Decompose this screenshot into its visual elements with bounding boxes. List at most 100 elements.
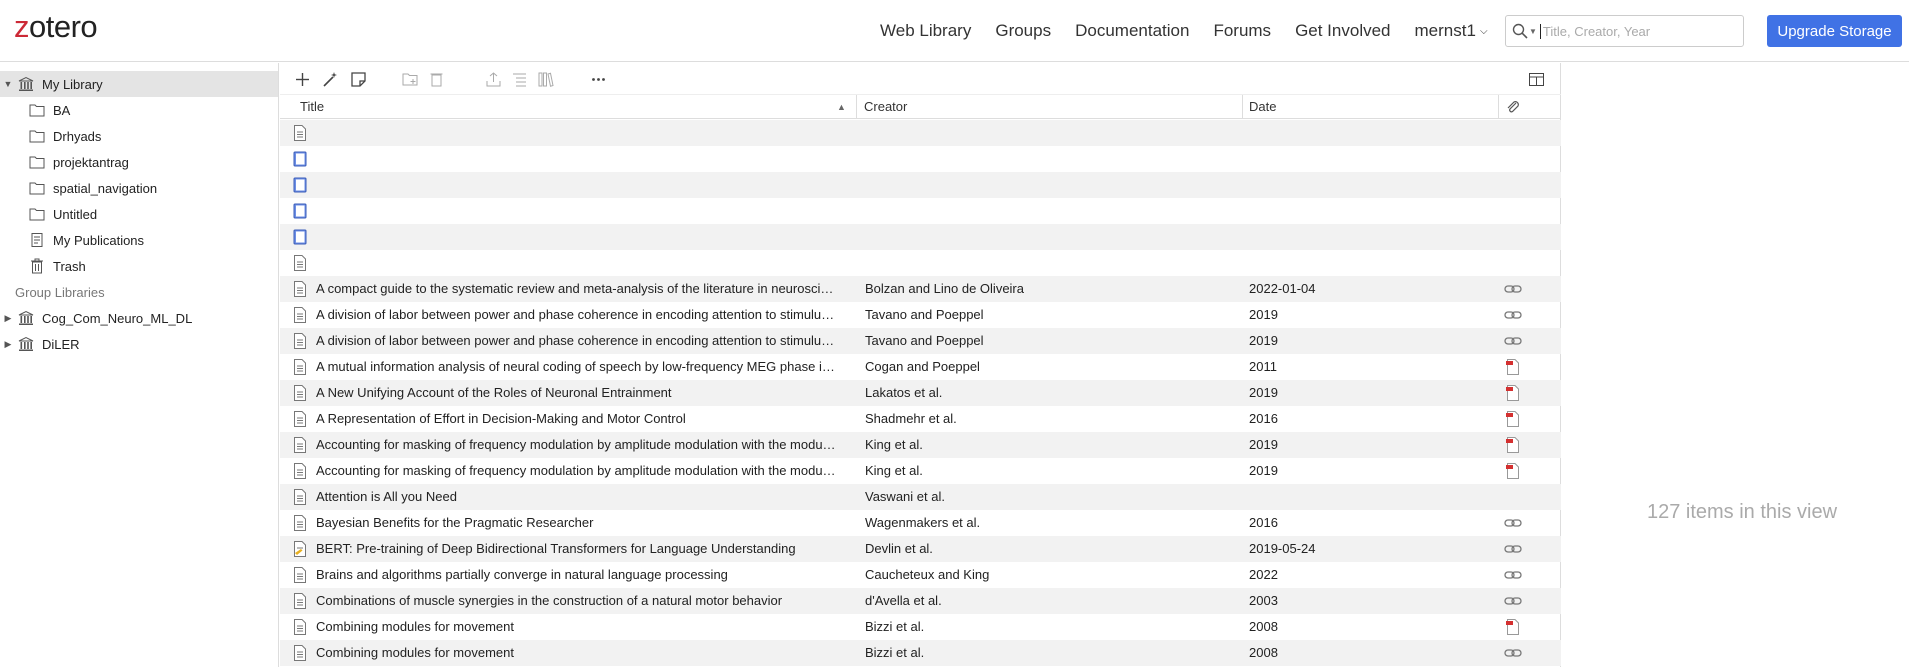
items-pane: Title ▲ Creator Date A compact guide to … bbox=[280, 63, 1561, 667]
table-row[interactable]: A Representation of Effort in Decision-M… bbox=[280, 406, 1561, 432]
folder-icon bbox=[29, 104, 45, 117]
sidebar-item-projektantrag[interactable]: projektantrag bbox=[0, 149, 278, 175]
table-row[interactable] bbox=[280, 172, 1561, 198]
document-icon bbox=[294, 255, 306, 271]
pdf-attachment-icon[interactable] bbox=[1504, 437, 1522, 453]
sidebar-item-group-diler[interactable]: ▶ DiLER bbox=[0, 331, 278, 357]
sidebar-item-ba[interactable]: BA bbox=[0, 97, 278, 123]
link-attachment-icon[interactable] bbox=[1504, 567, 1522, 583]
table-row[interactable]: Attention is All you Need Vaswani et al. bbox=[280, 484, 1561, 510]
add-to-collection-icon[interactable] bbox=[402, 71, 419, 88]
item-creator: Caucheteux and King bbox=[865, 567, 990, 582]
column-title-label: Title bbox=[300, 99, 325, 114]
item-creator: Shadmehr et al. bbox=[865, 411, 957, 426]
folder-icon bbox=[29, 130, 45, 143]
zotero-logo[interactable]: zotero bbox=[14, 9, 98, 45]
table-row[interactable]: Combinations of muscle synergies in the … bbox=[280, 588, 1561, 614]
table-row[interactable]: A division of labor between power and ph… bbox=[280, 328, 1561, 354]
table-row[interactable]: Accounting for masking of frequency modu… bbox=[280, 432, 1561, 458]
twisty-collapsed-icon[interactable]: ▶ bbox=[3, 339, 13, 350]
chevron-down-icon: ⌵ bbox=[1479, 26, 1488, 37]
document-icon bbox=[294, 593, 306, 609]
bibliography-icon[interactable] bbox=[537, 71, 554, 88]
item-details-pane: 127 items in this view bbox=[1562, 63, 1909, 667]
item-creator bbox=[865, 120, 1235, 146]
link-attachment-icon[interactable] bbox=[1504, 645, 1522, 661]
library-icon bbox=[18, 310, 34, 325]
sidebar-item-untitled[interactable]: Untitled bbox=[0, 201, 278, 227]
pdf-attachment-icon[interactable] bbox=[1504, 359, 1522, 375]
sidebar-item-group-cog-com-neuro[interactable]: ▶ Cog_Com_Neuro_ML_DL bbox=[0, 305, 278, 331]
column-title[interactable]: Title ▲ bbox=[294, 95, 857, 119]
pdf-attachment-icon[interactable] bbox=[1504, 619, 1522, 635]
nav-get-involved[interactable]: Get Involved bbox=[1295, 21, 1390, 41]
link-attachment-icon[interactable] bbox=[1504, 333, 1522, 349]
nav-forums[interactable]: Forums bbox=[1213, 21, 1271, 41]
document-icon bbox=[294, 437, 306, 453]
search-mode-chevron-icon[interactable]: ▼ bbox=[1529, 27, 1537, 36]
collection-tree: ▼ My Library BA Drhyads projektantrag sp… bbox=[0, 63, 279, 667]
table-row[interactable]: Combining modules for movement Bizzi et a… bbox=[280, 640, 1561, 666]
twisty-expanded-icon[interactable]: ▼ bbox=[3, 79, 13, 89]
nav-groups[interactable]: Groups bbox=[995, 21, 1051, 41]
table-row[interactable] bbox=[280, 120, 1561, 146]
table-row[interactable]: A mutual information analysis of neural … bbox=[280, 354, 1561, 380]
table-row[interactable]: Brains and algorithms partially converge… bbox=[280, 562, 1561, 588]
document-icon bbox=[294, 385, 306, 401]
attachment-column-icon[interactable] bbox=[1505, 99, 1521, 115]
table-row[interactable] bbox=[280, 250, 1561, 276]
table-row[interactable] bbox=[280, 198, 1561, 224]
pdf-attachment-icon[interactable] bbox=[1504, 463, 1522, 479]
item-creator: Devlin et al. bbox=[865, 541, 933, 556]
table-row[interactable]: Accounting for masking of frequency modu… bbox=[280, 458, 1561, 484]
twisty-collapsed-icon[interactable]: ▶ bbox=[3, 313, 13, 324]
pdf-attachment-icon[interactable] bbox=[1504, 411, 1522, 427]
new-note-icon[interactable] bbox=[350, 71, 367, 88]
item-date bbox=[1249, 146, 1499, 172]
table-row[interactable]: A compact guide to the systematic review… bbox=[280, 276, 1561, 302]
sidebar-item-spatial-navigation[interactable]: spatial_navigation bbox=[0, 175, 278, 201]
link-attachment-icon[interactable] bbox=[1504, 307, 1522, 323]
item-creator bbox=[865, 146, 1235, 172]
sidebar-item-trash[interactable]: Trash bbox=[0, 253, 278, 279]
trash-icon[interactable] bbox=[428, 71, 445, 88]
export-icon[interactable] bbox=[485, 71, 502, 88]
search-icon[interactable] bbox=[1512, 23, 1528, 39]
nav-web-library[interactable]: Web Library bbox=[880, 21, 971, 41]
citation-icon[interactable] bbox=[511, 71, 528, 88]
column-date[interactable]: Date bbox=[1243, 95, 1499, 119]
search-input[interactable] bbox=[1539, 23, 1730, 39]
item-date bbox=[1249, 198, 1499, 224]
sidebar-item-label: Untitled bbox=[53, 206, 98, 222]
link-attachment-icon[interactable] bbox=[1504, 281, 1522, 297]
table-row[interactable] bbox=[280, 146, 1561, 172]
sidebar-item-my-publications[interactable]: My Publications bbox=[0, 227, 278, 253]
magic-wand-icon[interactable] bbox=[322, 71, 339, 88]
document-icon bbox=[294, 515, 306, 531]
item-date: 2011 bbox=[1249, 359, 1277, 374]
item-creator: d'Avella et al. bbox=[865, 593, 942, 608]
nav-documentation[interactable]: Documentation bbox=[1075, 21, 1189, 41]
toggle-item-pane-icon[interactable] bbox=[1528, 71, 1545, 88]
item-creator: Bizzi et al. bbox=[865, 645, 925, 660]
link-attachment-icon[interactable] bbox=[1504, 515, 1522, 531]
column-creator[interactable]: Creator bbox=[858, 95, 1243, 119]
document-icon bbox=[294, 333, 306, 349]
user-menu[interactable]: mernst1 ⌵ bbox=[1415, 21, 1488, 41]
sidebar-item-my-library[interactable]: ▼ My Library bbox=[0, 71, 278, 97]
table-row[interactable]: Bayesian Benefits for the Pragmatic Rese… bbox=[280, 510, 1561, 536]
table-row[interactable]: BERT: Pre-training of Deep Bidirectional… bbox=[280, 536, 1561, 562]
link-attachment-icon[interactable] bbox=[1504, 541, 1522, 557]
new-item-icon[interactable] bbox=[294, 71, 311, 88]
sidebar-item-drhyads[interactable]: Drhyads bbox=[0, 123, 278, 149]
more-icon[interactable] bbox=[590, 71, 607, 88]
table-row[interactable] bbox=[280, 224, 1561, 250]
sidebar-item-label: BA bbox=[53, 102, 71, 118]
pdf-attachment-icon[interactable] bbox=[1504, 385, 1522, 401]
upgrade-storage-button[interactable]: Upgrade Storage bbox=[1767, 15, 1902, 47]
item-creator: King et al. bbox=[865, 463, 923, 478]
table-row[interactable]: Combining modules for movement Bizzi et a… bbox=[280, 614, 1561, 640]
table-row[interactable]: A division of labor between power and ph… bbox=[280, 302, 1561, 328]
table-row[interactable]: A New Unifying Account of the Roles of N… bbox=[280, 380, 1561, 406]
link-attachment-icon[interactable] bbox=[1504, 593, 1522, 609]
